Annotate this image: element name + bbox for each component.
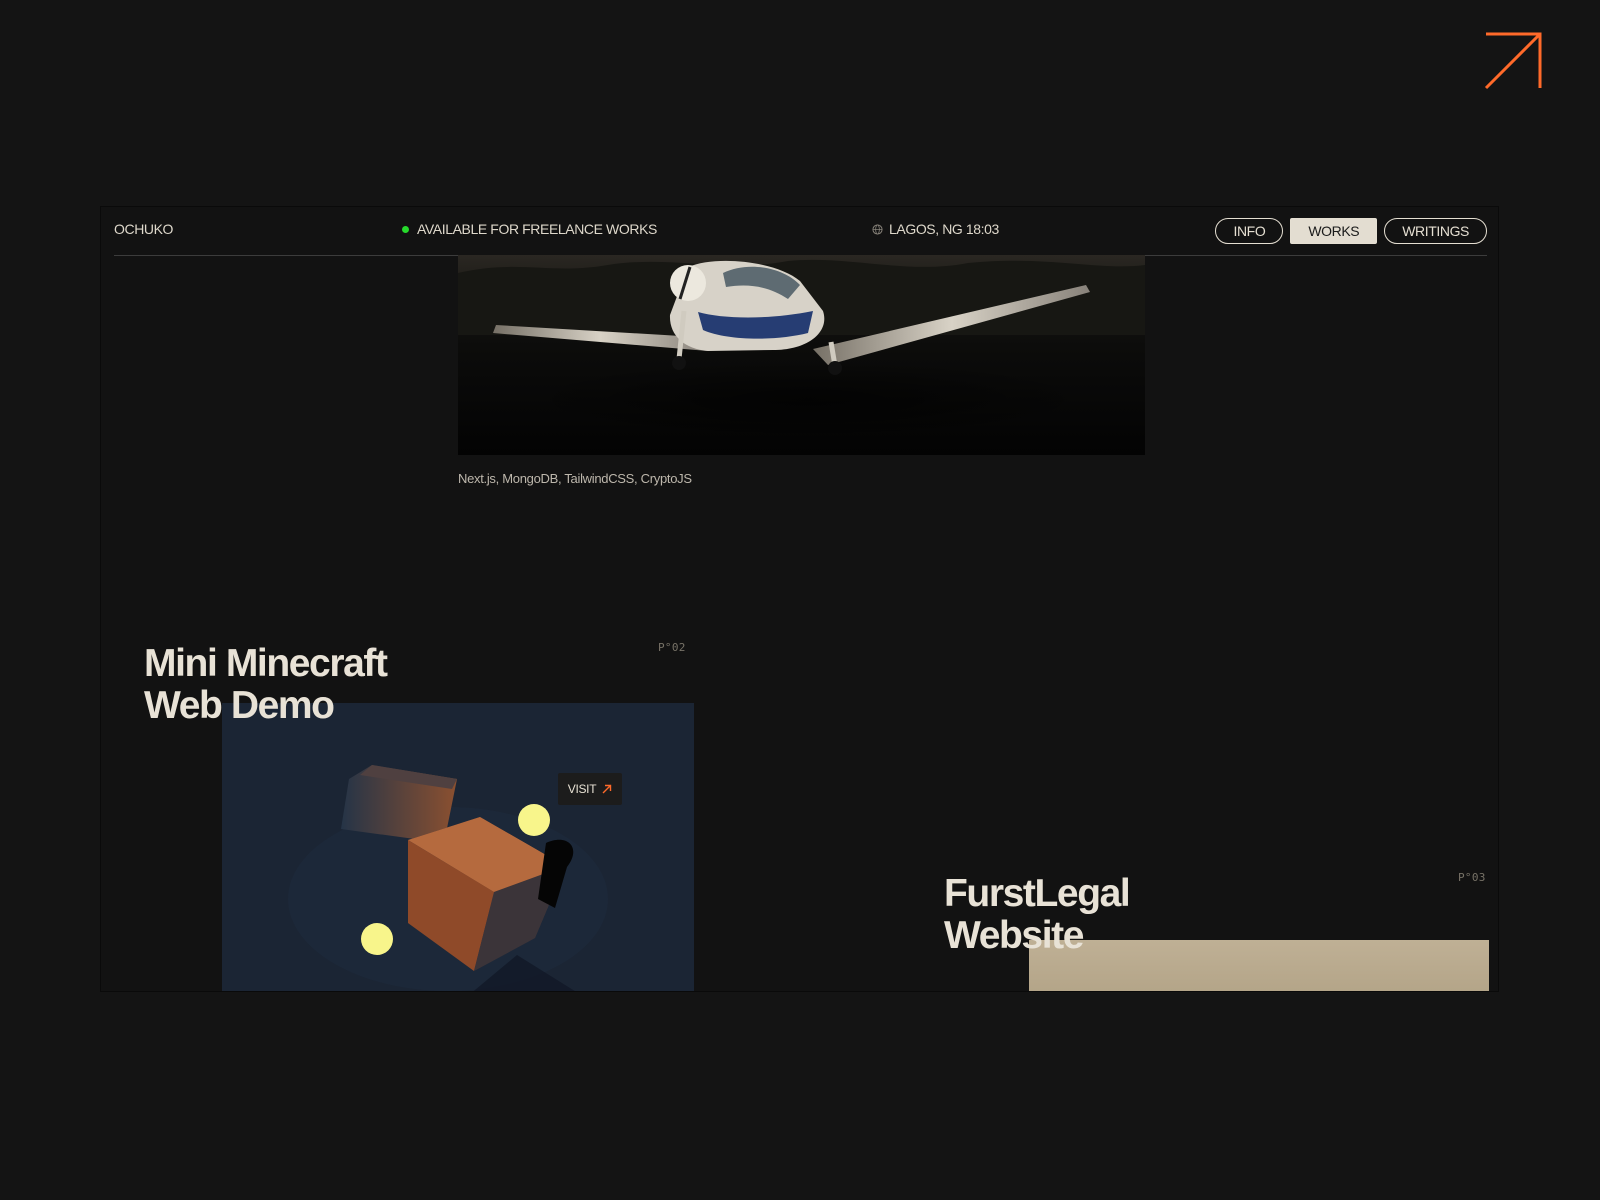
project-title-line-1: FurstLegal xyxy=(944,872,1131,915)
location-text: LAGOS, NG 18:03 xyxy=(889,221,999,237)
arrow-up-right-icon[interactable] xyxy=(1480,28,1546,94)
project-title-line-2: Website xyxy=(944,914,1084,957)
main-navigation: INFO WORKS WRITINGS xyxy=(1215,218,1487,244)
project-title-line-1: Mini Minecraft xyxy=(144,642,388,685)
mini-minecraft-preview[interactable]: VISIT xyxy=(222,703,694,991)
site-brand[interactable]: OCHUKO xyxy=(114,221,173,237)
project-title-mini-minecraft[interactable]: Mini Minecraft Web Demo xyxy=(144,642,388,727)
project-title-line-2: Web Demo xyxy=(144,684,335,727)
availability-status: AVAILABLE FOR FREELANCE WORKS xyxy=(402,221,657,237)
project-number: P°03 xyxy=(1458,871,1486,884)
nav-writings[interactable]: WRITINGS xyxy=(1384,218,1487,244)
cube-scene-illustration xyxy=(288,765,608,991)
visit-label: VISIT xyxy=(567,782,597,796)
visit-button[interactable]: VISIT xyxy=(558,773,622,805)
availability-text: AVAILABLE FOR FREELANCE WORKS xyxy=(417,221,657,237)
globe-icon xyxy=(872,223,883,235)
arrow-up-right-icon xyxy=(602,784,612,794)
location-time: LAGOS, NG 18:03 xyxy=(872,221,999,237)
top-navigation: OCHUKO AVAILABLE FOR FREELANCE WORKS LAG… xyxy=(114,207,1487,256)
nav-works[interactable]: WORKS xyxy=(1290,218,1378,244)
project-number: P°02 xyxy=(658,641,686,654)
available-dot-icon xyxy=(402,225,409,233)
project-tech-stack: Next.js, MongoDB, TailwindCSS, CryptoJS xyxy=(458,471,692,486)
portfolio-frame: OCHUKO AVAILABLE FOR FREELANCE WORKS LAG… xyxy=(100,206,1499,992)
project-title-furstlegal[interactable]: FurstLegal Website xyxy=(944,872,1131,957)
airplane-project-image[interactable] xyxy=(458,255,1145,455)
airplane-illustration xyxy=(458,259,1145,440)
nav-info[interactable]: INFO xyxy=(1215,218,1284,244)
